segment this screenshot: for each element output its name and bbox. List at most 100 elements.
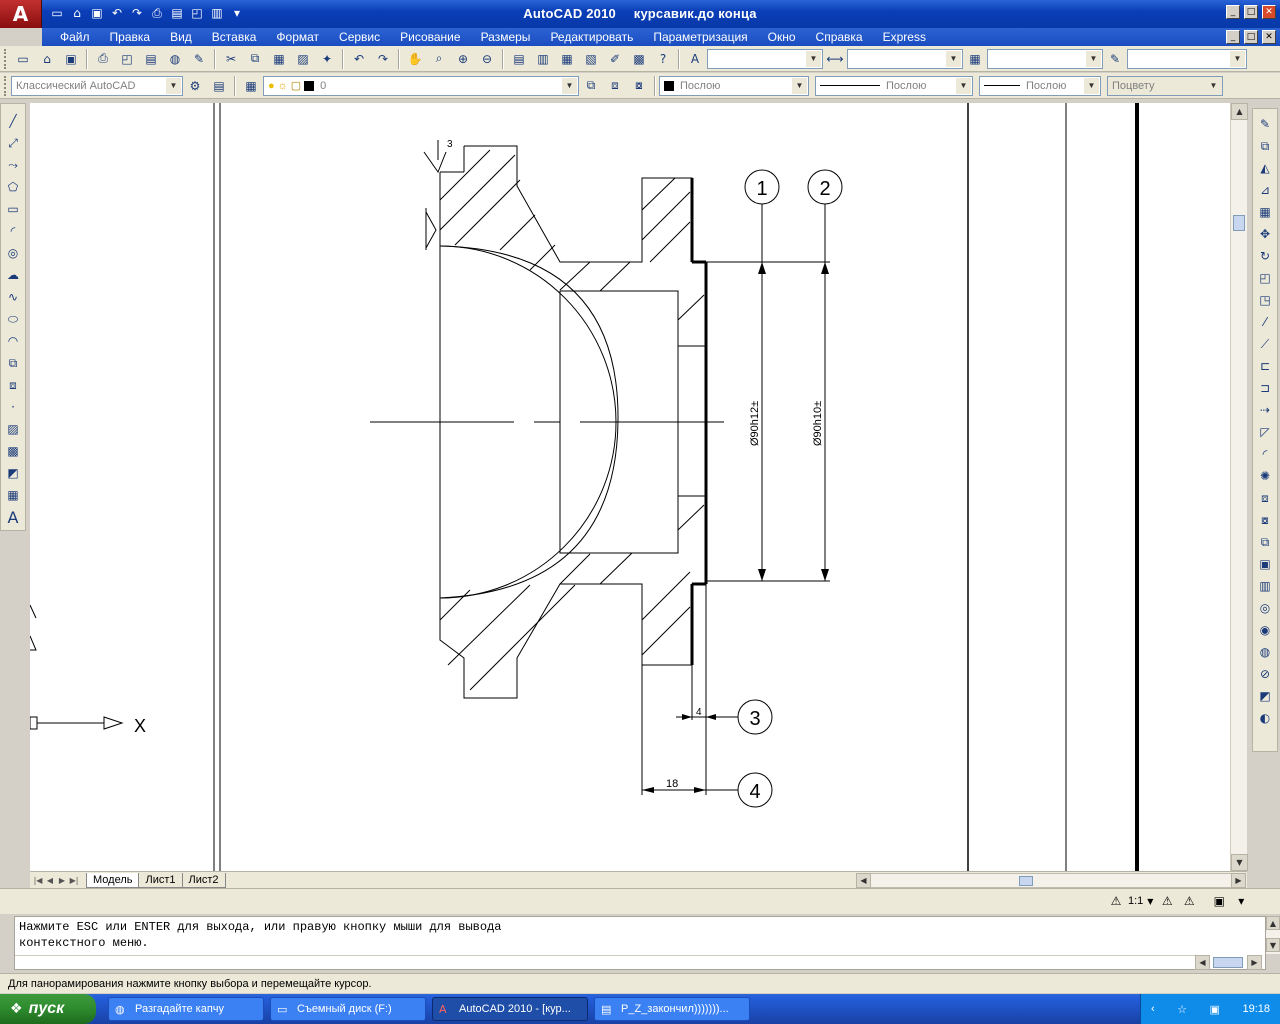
tab-model[interactable]: Модель [86, 872, 140, 888]
erase-icon[interactable]: ✎ [1255, 114, 1275, 134]
scroll-down-button[interactable]: ▼ [1231, 854, 1248, 871]
menu-item-7[interactable]: Размеры [471, 30, 541, 44]
layer-manager-icon[interactable]: ▦ [241, 76, 261, 96]
text-style-icon[interactable]: A [685, 49, 705, 69]
revision-cloud-icon[interactable]: ☁ [3, 265, 23, 285]
move-icon[interactable]: ✥ [1255, 224, 1275, 244]
chevron-down-icon[interactable]: ▼ [956, 77, 971, 94]
plot-preview-icon[interactable]: ◰ [117, 49, 137, 69]
join-icon[interactable]: ⇢ [1255, 400, 1275, 420]
tab-sheet1[interactable]: Лист1 [138, 872, 183, 888]
menu-item-8[interactable]: Редактировать [540, 30, 643, 44]
offset-icon[interactable]: ⊿ [1255, 180, 1275, 200]
next-tab-icon[interactable]: ▶ [56, 874, 68, 887]
rectangle-icon[interactable]: ▭ [3, 199, 23, 219]
menu-item-1[interactable]: Правка [100, 30, 161, 44]
layer-previous-icon[interactable]: ⧈ [605, 76, 625, 96]
ellipse-icon[interactable]: ⬭ [3, 309, 23, 329]
explode-icon[interactable]: ✺ [1255, 466, 1275, 486]
etransmit-icon[interactable]: ✎ [189, 49, 209, 69]
chevron-down-icon[interactable]: ▼ [806, 50, 821, 67]
task-document[interactable]: ▤ P_Z_закончил)))))))... [594, 997, 750, 1021]
annotation-visibility-icon[interactable]: ⚠ [1157, 891, 1177, 911]
annotation-scale-value[interactable]: 1:1 [1128, 895, 1143, 907]
scale-icon[interactable]: ◰ [1255, 268, 1275, 288]
steering-wheel-icon[interactable]: ⊘ [1255, 664, 1275, 684]
tray-network-icon[interactable]: ▣ [1210, 1003, 1220, 1016]
menu-item-5[interactable]: Сервис [329, 30, 390, 44]
task-autocad[interactable]: A AutoCAD 2010 - [кур... [432, 997, 588, 1021]
linetype-combo[interactable]: Послою ▼ [815, 75, 973, 96]
design-center-icon[interactable]: ▥ [533, 49, 553, 69]
chevron-down-icon[interactable]: ▼ [1230, 50, 1245, 67]
chevron-down-icon[interactable]: ▼ [1084, 77, 1099, 94]
close-button[interactable]: ✕ [1262, 5, 1276, 19]
menu-item-11[interactable]: Справка [806, 30, 873, 44]
menu-item-4[interactable]: Формат [266, 30, 329, 44]
task-removable-drive[interactable]: ▭ Съемный диск (F:) [270, 997, 426, 1021]
workspace-combo[interactable]: Классический AutoCAD ▼ [11, 75, 183, 96]
fillet-icon[interactable]: ◜ [1255, 444, 1275, 464]
doc-minimize-button[interactable]: _ [1226, 30, 1240, 44]
menu-item-12[interactable]: Express [873, 30, 936, 44]
table-style-combo[interactable]: ▼ [987, 48, 1103, 69]
redo-icon[interactable]: ↷ [373, 49, 393, 69]
rotate-icon[interactable]: ↻ [1255, 246, 1275, 266]
box-icon[interactable]: ◩ [1255, 686, 1275, 706]
3d-dwf-icon[interactable]: ◍ [165, 49, 185, 69]
horizontal-scroll-thumb[interactable] [1019, 876, 1033, 886]
cmd-scroll-left-button[interactable]: ◀ [1195, 955, 1210, 970]
chevron-down-icon[interactable]: ▼ [1145, 891, 1155, 911]
paste-icon[interactable]: ▦ [269, 49, 289, 69]
polygon-icon[interactable]: ⬠ [3, 177, 23, 197]
lineweight-combo[interactable]: Послою ▼ [979, 75, 1101, 96]
command-input[interactable] [15, 955, 1195, 970]
continuous-orbit-icon[interactable]: ◍ [1255, 642, 1275, 662]
vertical-scroll-thumb[interactable] [1233, 215, 1245, 231]
tray-arrow-icon[interactable]: ‹ [1151, 1003, 1155, 1015]
pan-icon[interactable]: ✋ [405, 49, 425, 69]
start-button[interactable]: ❖ пуск [0, 994, 96, 1024]
gear-icon[interactable]: ⚙ [185, 76, 205, 96]
trim-icon[interactable]: ⁄ [1255, 312, 1275, 332]
last-tab-icon[interactable]: ▶| [68, 874, 80, 887]
toolbar-grip[interactable] [4, 75, 8, 96]
copy-object-icon[interactable]: ⧉ [1255, 136, 1275, 156]
cmd-scroll-right-button[interactable]: ▶ [1247, 955, 1262, 970]
publish-icon[interactable]: ▤ [141, 49, 161, 69]
menu-item-6[interactable]: Рисование [390, 30, 470, 44]
stretch-icon[interactable]: ◳ [1255, 290, 1275, 310]
cut-icon[interactable]: ✂ [221, 49, 241, 69]
chevron-down-icon[interactable]: ▼ [166, 77, 181, 94]
undo-icon[interactable]: ↶ [349, 49, 369, 69]
markup-icon[interactable]: ✐ [605, 49, 625, 69]
dim-style-combo[interactable]: ▼ [847, 48, 963, 69]
tab-sheet2[interactable]: Лист2 [181, 872, 226, 888]
plotstyle-combo[interactable]: Поцвету ▼ [1107, 75, 1223, 96]
line-icon[interactable]: ╱ [3, 111, 23, 131]
tray-settings-icon[interactable]: ▾ [1231, 891, 1251, 911]
break-at-point-icon[interactable]: ⊏ [1255, 356, 1275, 376]
block-editor-icon[interactable]: ✦ [317, 49, 337, 69]
scroll-left-button[interactable]: ◀ [856, 873, 871, 888]
vertical-scrollbar[interactable]: ▲ ▼ [1230, 103, 1248, 871]
hatch-icon[interactable]: ▨ [3, 419, 23, 439]
calculator-icon[interactable]: ▩ [629, 49, 649, 69]
multiline-text-icon[interactable]: A [3, 507, 23, 527]
circle-icon[interactable]: ◎ [3, 243, 23, 263]
menu-item-0[interactable]: Файл [50, 30, 100, 44]
workspace-settings-icon[interactable]: ▤ [209, 76, 229, 96]
toolbar-grip[interactable] [4, 48, 8, 69]
multileader-style-combo[interactable]: ▼ [1127, 48, 1247, 69]
array-icon[interactable]: ▦ [1255, 202, 1275, 222]
first-tab-icon[interactable]: |◀ [32, 874, 44, 887]
gradient-icon[interactable]: ▩ [3, 441, 23, 461]
sphere-icon[interactable]: ◐ [1255, 708, 1275, 728]
lock-icon[interactable]: ▢ [291, 79, 301, 92]
menu-item-9[interactable]: Параметризация [643, 30, 757, 44]
sun-icon[interactable]: ☼ [278, 80, 288, 92]
zoom-realtime-icon[interactable]: ⌕ [429, 49, 449, 69]
draw-order-under-icon[interactable]: ▣ [1255, 554, 1275, 574]
save-icon[interactable]: ▣ [61, 49, 81, 69]
orbit-icon[interactable]: ◎ [1255, 598, 1275, 618]
